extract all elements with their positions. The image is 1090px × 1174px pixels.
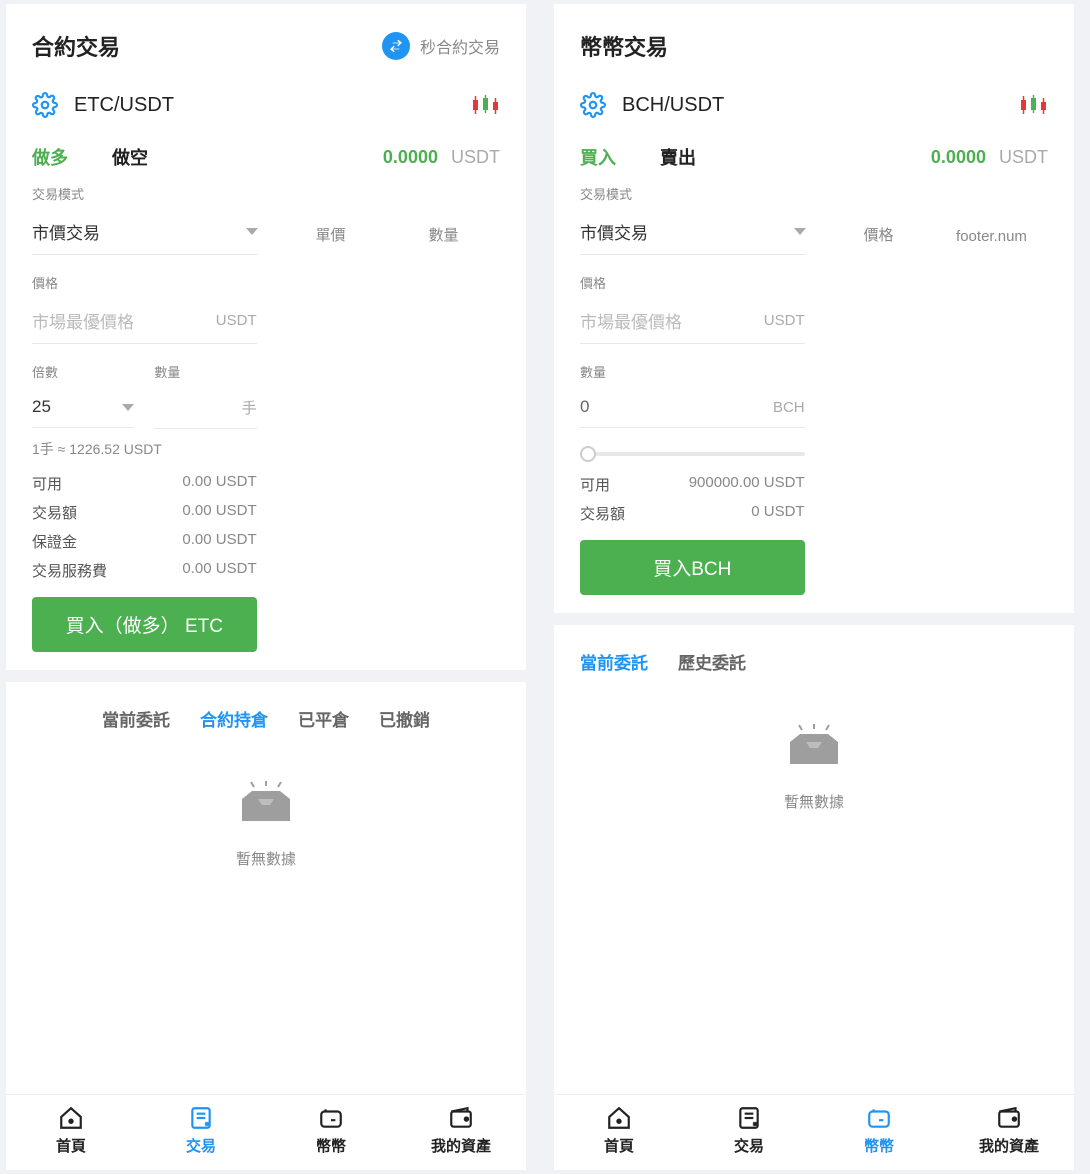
summary-row: 保證金0.00 USDT: [32, 527, 257, 556]
wallet-icon: [448, 1105, 474, 1131]
home-icon: [606, 1105, 632, 1131]
gear-icon: [32, 92, 58, 118]
nav-home[interactable]: 首頁: [6, 1095, 136, 1170]
subtab-positions[interactable]: 合約持倉: [200, 706, 268, 731]
candlestick-icon[interactable]: [470, 95, 500, 115]
subtab-closed[interactable]: 已平倉: [298, 706, 349, 731]
mode-select[interactable]: 市價交易: [32, 213, 258, 255]
nav-assets[interactable]: 我的資產: [944, 1095, 1074, 1170]
nav-trade[interactable]: 交易: [136, 1095, 266, 1170]
subtab-history[interactable]: 歷史委託: [678, 649, 746, 674]
mode-label: 交易模式: [32, 184, 258, 203]
trade-icon: [736, 1105, 762, 1131]
empty-text: 暫無數據: [784, 791, 844, 812]
nav-assets[interactable]: 我的資產: [396, 1095, 526, 1170]
submit-long-button[interactable]: 買入（做多） ETC: [32, 597, 257, 652]
empty-state: 暫無數據: [6, 741, 526, 1094]
pair-selector[interactable]: ETC/USDT: [32, 92, 174, 118]
coin-icon: [866, 1105, 892, 1131]
order-form: 交易模式 市價交易 價格 footer.num 價格 市場最優價格 USDT 數…: [554, 184, 1074, 613]
nav-home[interactable]: 首頁: [554, 1095, 684, 1170]
panel-header: 幣幣交易: [554, 4, 1074, 70]
col-qty-label: footer.num: [935, 228, 1048, 255]
nav-coin[interactable]: 幣幣: [814, 1095, 944, 1170]
chevron-down-icon: [122, 404, 134, 411]
empty-text: 暫無數據: [236, 848, 296, 869]
leverage-label: 倍數: [32, 362, 134, 381]
slider-knob[interactable]: [580, 446, 596, 462]
qty-label: 數量: [154, 362, 256, 381]
pair-label: ETC/USDT: [74, 94, 174, 117]
lot-note: 1手 ≈ 1226.52 USDT: [32, 439, 500, 459]
price-input[interactable]: 市場最優價格 USDT: [580, 302, 805, 344]
swap-icon: [382, 32, 410, 60]
inbox-icon: [786, 724, 842, 777]
bottom-nav: 首頁 交易 幣幣 我的資產: [6, 1094, 526, 1170]
pair-selector[interactable]: BCH/USDT: [580, 92, 724, 118]
summary-row: 可用900000.00 USDT: [580, 470, 805, 499]
mode-label: 交易模式: [580, 184, 806, 203]
subtab-current[interactable]: 當前委託: [580, 649, 648, 674]
chevron-down-icon: [794, 228, 806, 235]
pair-label: BCH/USDT: [622, 94, 724, 117]
nav-coin[interactable]: 幣幣: [266, 1095, 396, 1170]
wallet-icon: [996, 1105, 1022, 1131]
col-price-label: 價格: [822, 224, 935, 255]
subtab-cancelled[interactable]: 已撤銷: [379, 706, 430, 731]
inbox-icon: [238, 781, 294, 834]
pair-row: BCH/USDT: [554, 70, 1074, 128]
amount-slider[interactable]: [580, 452, 805, 456]
pair-row: ETC/USDT: [6, 70, 526, 128]
nav-trade[interactable]: 交易: [684, 1095, 814, 1170]
tab-buy[interactable]: 買入: [580, 144, 616, 170]
qty-input[interactable]: 0 BCH: [580, 391, 805, 428]
spot-panel: 幣幣交易 BCH/USDT 買入 賣出 0.0000 USDT 交易模式 市價交…: [554, 4, 1074, 1170]
gear-icon: [580, 92, 606, 118]
tab-short[interactable]: 做空: [112, 144, 148, 170]
home-icon: [58, 1105, 84, 1131]
panel-header: 合約交易 秒合約交易: [6, 4, 526, 70]
bottom-nav: 首頁 交易 幣幣 我的資產: [554, 1094, 1074, 1170]
order-sub-tabs: 當前委託 合約持倉 已平倉 已撤銷: [6, 682, 526, 741]
price-input[interactable]: 市場最優價格 USDT: [32, 302, 257, 344]
order-form: 交易模式 市價交易 單價 數量 價格 市場最優價格 USDT 倍數: [6, 184, 526, 670]
summary-row: 可用0.00 USDT: [32, 469, 257, 498]
tab-sell[interactable]: 賣出: [660, 144, 696, 170]
subtab-current[interactable]: 當前委託: [102, 706, 170, 731]
side-tabs: 買入 賣出 0.0000 USDT: [554, 128, 1074, 184]
qty-input-label: 數量: [580, 362, 805, 381]
submit-buy-button[interactable]: 買入BCH: [580, 540, 805, 595]
last-price: 0.0000 USDT: [931, 147, 1048, 168]
qty-input[interactable]: 手: [154, 391, 256, 429]
last-price: 0.0000 USDT: [383, 147, 500, 168]
candlestick-icon[interactable]: [1018, 95, 1048, 115]
summary-list: 可用900000.00 USDT 交易額0 USDT: [580, 470, 805, 528]
panel-title: 合約交易: [32, 30, 120, 62]
side-tabs: 做多 做空 0.0000 USDT: [6, 128, 526, 184]
panel-title: 幣幣交易: [580, 30, 668, 62]
trade-icon: [188, 1105, 214, 1131]
leverage-select[interactable]: 25: [32, 391, 134, 428]
summary-row: 交易額0.00 USDT: [32, 498, 257, 527]
chevron-down-icon: [246, 228, 258, 235]
swap-link[interactable]: 秒合約交易: [382, 32, 500, 60]
price-input-label: 價格: [32, 273, 257, 292]
summary-list: 可用0.00 USDT 交易額0.00 USDT 保證金0.00 USDT 交易…: [32, 469, 257, 585]
swap-label: 秒合約交易: [420, 34, 500, 58]
order-sub-tabs: 當前委託 歷史委託: [554, 625, 1074, 684]
empty-state: 暫無數據: [554, 684, 1074, 1094]
col-qty-label: 數量: [387, 224, 500, 255]
col-price-label: 單價: [274, 224, 387, 255]
contract-panel: 合約交易 秒合約交易 ETC/USDT 做多 做空 0.0000 USDT: [6, 4, 526, 1170]
price-input-label: 價格: [580, 273, 805, 292]
tab-long[interactable]: 做多: [32, 144, 68, 170]
summary-row: 交易額0 USDT: [580, 499, 805, 528]
summary-row: 交易服務費0.00 USDT: [32, 556, 257, 585]
mode-select[interactable]: 市價交易: [580, 213, 806, 255]
coin-icon: [318, 1105, 344, 1131]
